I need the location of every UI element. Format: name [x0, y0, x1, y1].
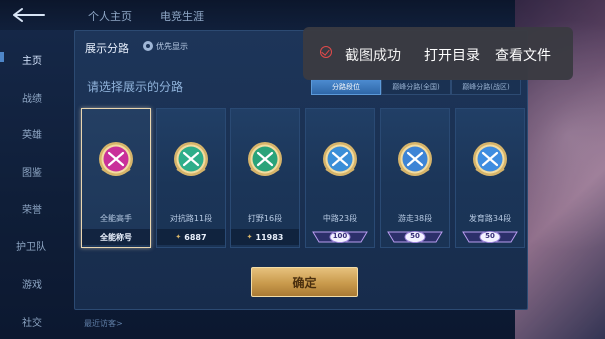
lane-label: 发育路34段	[468, 214, 512, 223]
lane-card[interactable]: 中路23段 100	[305, 108, 375, 248]
sidebar-item-social[interactable]: 社交	[22, 314, 42, 329]
screenshot-toast: 截图成功 打开目录 查看文件	[303, 27, 573, 80]
lane-label: 对抗路11段	[169, 214, 213, 223]
rank-stars-value: 50	[410, 232, 420, 240]
back-button[interactable]	[6, 6, 48, 24]
sidebar-item-home[interactable]: 主页	[22, 52, 42, 67]
lane-card[interactable]: 游走38段 50	[380, 108, 450, 248]
confirm-button[interactable]: 确定	[251, 267, 358, 297]
panel-title: 展示分路	[85, 42, 129, 55]
wing-icon: ✦	[246, 233, 253, 241]
lane-card[interactable]: 全能高手 全能称号	[81, 108, 151, 248]
lane-score: ✦ 6887	[157, 229, 225, 245]
success-check-icon	[320, 46, 332, 58]
rank-star-plate: 50	[386, 229, 444, 243]
toast-message: 截图成功	[345, 48, 401, 64]
sidebar-item-honor[interactable]: 荣誉	[22, 201, 42, 216]
lane-emblem-icon	[470, 139, 510, 179]
lane-emblem-icon	[96, 139, 136, 179]
lane-label: 中路23段	[322, 214, 358, 223]
tab-peak-national[interactable]: 巅峰分路(全国)	[381, 79, 451, 95]
lane-emblem-icon	[320, 139, 360, 179]
sidebar: 主页 战绩 英雄 图鉴 荣誉 护卫队 游戏 社交	[0, 36, 66, 339]
tab-lane-rank[interactable]: 分路段位	[311, 79, 381, 95]
lane-card[interactable]: 打野16段 ✦ 11983	[230, 108, 300, 248]
sidebar-item-game[interactable]: 游戏	[22, 276, 42, 291]
all-round-title: 全能称号	[82, 229, 150, 245]
rank-star-plate: 50	[461, 229, 519, 243]
rank-stars-value: 50	[485, 232, 495, 240]
recent-visitors-link[interactable]: 最近访客>	[84, 318, 123, 329]
sidebar-active-marker	[0, 52, 4, 62]
lane-score-value: 11983	[255, 232, 284, 242]
back-arrow-icon	[13, 8, 45, 22]
lane-score-value: 6887	[184, 232, 207, 242]
rank-star-plate: 100	[311, 229, 369, 243]
open-directory-link[interactable]: 打开目录	[424, 45, 480, 65]
sidebar-item-codex[interactable]: 图鉴	[22, 164, 42, 179]
lane-emblem-icon	[171, 139, 211, 179]
priority-display-label: 优先显示	[156, 41, 188, 51]
tab-personal-home[interactable]: 个人主页	[88, 8, 132, 24]
view-file-link[interactable]: 查看文件	[495, 45, 551, 65]
sidebar-item-heroes[interactable]: 英雄	[22, 126, 42, 141]
lane-label: 游走38段	[397, 214, 433, 223]
sidebar-item-record[interactable]: 战绩	[22, 90, 42, 105]
gear-icon	[143, 41, 153, 51]
lane-card[interactable]: 对抗路11段 ✦ 6887	[156, 108, 226, 248]
tab-peak-region[interactable]: 巅峰分路(战区)	[451, 79, 521, 95]
lane-score: ✦ 11983	[231, 229, 299, 245]
rank-stars-value: 100	[332, 232, 348, 240]
tab-esports-career[interactable]: 电竞生涯	[160, 8, 204, 24]
priority-display-button[interactable]: 优先显示	[143, 39, 188, 53]
lane-label: 全能高手	[100, 214, 132, 223]
lane-card[interactable]: 发育路34段 50	[455, 108, 525, 248]
lane-emblem-icon	[245, 139, 285, 179]
select-prompt: 请选择展示的分路	[87, 80, 184, 94]
lane-label: 打野16段	[247, 214, 283, 223]
lane-emblem-icon	[395, 139, 435, 179]
sidebar-item-guard[interactable]: 护卫队	[16, 238, 46, 253]
wing-icon: ✦	[175, 233, 182, 241]
